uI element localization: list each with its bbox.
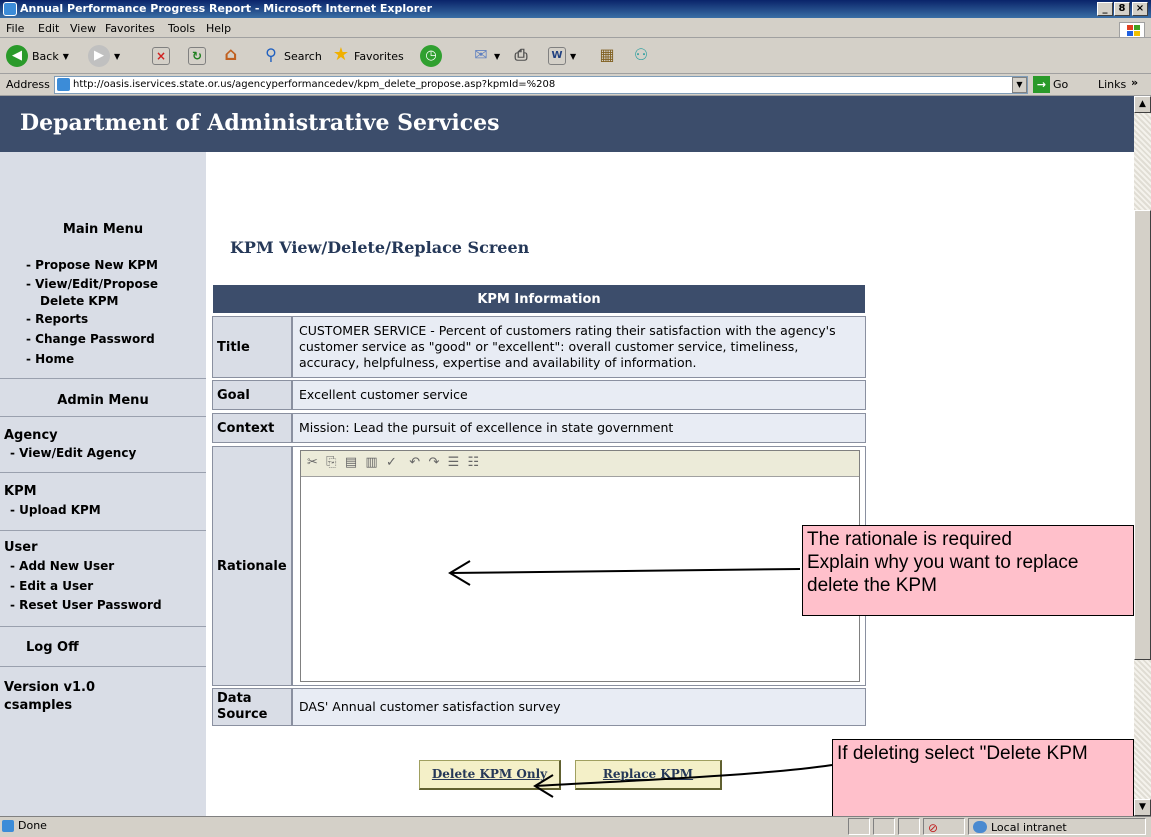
address-url: http://oasis.iservices.state.or.us/agenc… bbox=[73, 79, 556, 90]
scroll-down-button[interactable]: ▼ bbox=[1134, 799, 1151, 816]
menu-view[interactable]: View bbox=[70, 22, 96, 35]
popup-blocked-icon: ⊘ bbox=[928, 821, 939, 835]
vertical-scrollbar[interactable]: ▲ ▼ bbox=[1134, 96, 1151, 816]
menu-bar: File Edit View Favorites Tools Help bbox=[0, 18, 1151, 38]
history-button[interactable]: ◷ bbox=[420, 44, 442, 68]
address-bar: Address http://oasis.iservices.state.or.… bbox=[0, 74, 1151, 96]
address-label: Address bbox=[6, 78, 50, 91]
page-icon bbox=[57, 78, 70, 91]
go-arrow-icon: → bbox=[1033, 76, 1050, 93]
page-done-icon bbox=[2, 820, 14, 832]
window-title-bar: Annual Performance Progress Report - Mic… bbox=[0, 0, 1151, 18]
status-pane bbox=[873, 818, 895, 835]
rationale-arrow bbox=[449, 568, 801, 574]
address-input[interactable]: http://oasis.iservices.state.or.us/agenc… bbox=[54, 76, 1028, 94]
stop-icon: × bbox=[152, 47, 170, 65]
intranet-icon bbox=[973, 821, 987, 833]
maximize-button[interactable]: 8 bbox=[1114, 2, 1130, 16]
windows-logo-icon bbox=[1119, 22, 1145, 38]
refresh-icon: ↻ bbox=[188, 47, 206, 65]
address-dropdown-button[interactable]: ▼ bbox=[1012, 77, 1027, 93]
forward-arrow-icon: ▶ bbox=[88, 45, 110, 67]
messenger-button[interactable]: ⚇ bbox=[632, 44, 650, 68]
star-icon: ★ bbox=[332, 44, 350, 65]
stop-button[interactable]: × bbox=[152, 44, 170, 68]
close-button[interactable]: × bbox=[1132, 2, 1148, 16]
mail-icon: ✉ bbox=[474, 45, 488, 64]
delete-callout: If deleting select "Delete KPM bbox=[832, 739, 1134, 816]
status-pane bbox=[848, 818, 870, 835]
annotation-arrows bbox=[448, 560, 833, 798]
print-button[interactable]: ⎙ bbox=[512, 44, 530, 68]
forward-button[interactable]: ▶ ▼ bbox=[88, 44, 120, 68]
security-zone-pane: Local intranet bbox=[968, 818, 1146, 835]
menu-help[interactable]: Help bbox=[206, 22, 231, 35]
links-chevron-icon: » bbox=[1131, 76, 1139, 89]
go-button[interactable]: → Go bbox=[1033, 76, 1068, 93]
links-button[interactable]: Links bbox=[1098, 78, 1126, 91]
search-icon: ⚲ bbox=[265, 45, 277, 64]
history-icon: ◷ bbox=[420, 45, 442, 67]
menu-favorites[interactable]: Favorites bbox=[105, 22, 155, 35]
menu-edit[interactable]: Edit bbox=[38, 22, 59, 35]
mail-button[interactable]: ✉ ▼ bbox=[472, 44, 500, 68]
ie-icon bbox=[3, 2, 17, 16]
status-pane bbox=[898, 818, 920, 835]
messenger-icon: ⚇ bbox=[633, 45, 649, 64]
discuss-icon: ▦ bbox=[599, 45, 615, 64]
back-button[interactable]: ◀ Back ▼ bbox=[6, 44, 69, 68]
print-icon: ⎙ bbox=[514, 45, 528, 64]
scrollbar-thumb[interactable] bbox=[1134, 210, 1151, 660]
menu-file[interactable]: File bbox=[6, 22, 24, 35]
refresh-button[interactable]: ↻ bbox=[188, 44, 206, 68]
menu-tools[interactable]: Tools bbox=[168, 22, 195, 35]
search-button[interactable]: ⚲ Search bbox=[262, 44, 322, 68]
status-pane: ⊘ bbox=[923, 818, 965, 835]
status-bar: Done ⊘ Local intranet bbox=[0, 816, 1151, 835]
status-text: Done bbox=[18, 819, 47, 832]
back-arrow-icon: ◀ bbox=[6, 45, 28, 67]
scroll-up-button[interactable]: ▲ bbox=[1134, 96, 1151, 113]
favorites-button[interactable]: ★ Favorites bbox=[332, 44, 404, 68]
minimize-button[interactable]: _ bbox=[1097, 2, 1113, 16]
discuss-button[interactable]: ▦ bbox=[598, 44, 616, 68]
browser-toolbar: ◀ Back ▼ ▶ ▼ × ↻ ⌂ ⚲ Search ★ Favorites ◷ … bbox=[0, 38, 1151, 74]
home-icon: ⌂ bbox=[224, 44, 238, 65]
edit-button[interactable]: W ▼ bbox=[548, 44, 576, 68]
word-icon: W bbox=[548, 47, 566, 65]
page-viewport: Department of Administrative Services Ma… bbox=[0, 96, 1134, 816]
rationale-callout: The rationale is required Explain why yo… bbox=[802, 525, 1134, 616]
home-button[interactable]: ⌂ bbox=[222, 44, 240, 68]
delete-arrow bbox=[534, 764, 833, 787]
window-title: Annual Performance Progress Report - Mic… bbox=[20, 2, 433, 15]
